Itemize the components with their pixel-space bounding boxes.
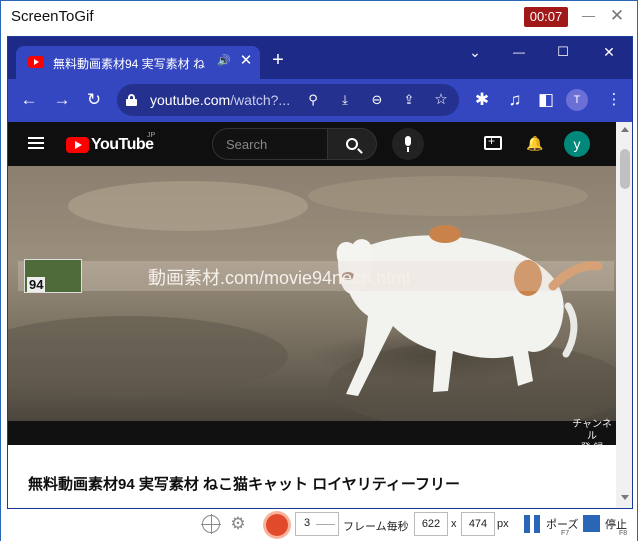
video-frame-cat: [8, 166, 616, 445]
youtube-play-icon: [66, 137, 89, 153]
watermark-url-text: 動画素材.com/movie94neco.html: [148, 268, 411, 288]
stop-shortcut: F8: [619, 530, 628, 537]
close-icon[interactable]: ✕: [607, 5, 627, 27]
screentogif-window: ScreenToGif 00:07 ✕ 無料動画素材94 実写素材 ね 🔊 ✕ …: [0, 0, 638, 541]
youtube-favicon-icon: [28, 56, 44, 68]
recorder-controls: ⚙ 3 フレーム毎秒 622 x 474 px ポーズ F7 停止 F8: [1, 509, 637, 541]
scroll-thumb[interactable]: [620, 149, 630, 189]
width-input[interactable]: 622: [414, 512, 448, 536]
microphone-icon: [405, 136, 411, 146]
video-info: 無料動画素材94 実写素材 ねこ猫キャット ロイヤリティーフリー: [8, 445, 616, 508]
magnifier-icon: [346, 138, 358, 150]
reload-icon[interactable]: ↻: [83, 89, 105, 111]
page-scrollbar[interactable]: [616, 122, 632, 508]
voice-search-button[interactable]: [392, 128, 424, 160]
browser-menu-icon[interactable]: ⋮: [603, 89, 625, 111]
youtube-region-label: JP: [147, 132, 156, 139]
tab-title: 無料動画素材94 実写素材 ね: [53, 57, 205, 71]
url-path: /watch?...: [230, 92, 291, 108]
browser-toolbar: ← → ↻ youtube.com/watch?... ⚲ ⤓ ⊖ ⇪ ☆ ✱ …: [8, 79, 632, 122]
pause-shortcut: F7: [561, 530, 570, 537]
browser-tabstrip: 無料動画素材94 実写素材 ね 🔊 ✕ + ⌄ — ☐ ✕: [8, 37, 632, 79]
watermark-thumbnail: 94: [24, 259, 82, 293]
zoom-icon[interactable]: ⊖: [367, 90, 387, 110]
browser-maximize-icon[interactable]: ☐: [552, 43, 574, 61]
tab-search-chevron-icon[interactable]: ⌄: [464, 43, 486, 61]
side-panel-icon[interactable]: ◧: [535, 89, 557, 111]
scroll-up-arrow-icon[interactable]: [621, 127, 629, 132]
fps-input[interactable]: 3: [295, 512, 339, 536]
notifications-bell-icon[interactable]: 🔔: [526, 134, 543, 152]
youtube-logo[interactable]: YouTube JP: [66, 132, 166, 155]
channel-mark-line1: チャンネル: [572, 419, 612, 442]
crosshair-icon[interactable]: [201, 514, 221, 534]
channel-subscribe-mark[interactable]: チャンネル 登 録: [568, 419, 616, 445]
video-player[interactable]: 94 動画素材.com/movie94neco.html チャンネル 登 録: [8, 166, 616, 445]
profile-avatar[interactable]: T: [566, 89, 588, 111]
youtube-search-input[interactable]: Search: [212, 128, 328, 160]
create-video-icon[interactable]: [484, 134, 502, 150]
forward-arrow-icon[interactable]: →: [51, 89, 73, 111]
scroll-down-arrow-icon[interactable]: [621, 495, 629, 500]
minimize-icon[interactable]: [580, 7, 598, 25]
pause-icon[interactable]: [524, 515, 542, 533]
url-host: youtube.com: [150, 92, 231, 108]
fps-label: フレーム毎秒: [343, 521, 409, 533]
speaker-icon[interactable]: 🔊: [217, 52, 235, 70]
browser-minimize-icon[interactable]: —: [508, 43, 530, 61]
lock-icon[interactable]: [126, 94, 137, 106]
youtube-account-avatar[interactable]: y: [564, 131, 590, 157]
youtube-page: YouTube JP Search 🔔 y: [8, 122, 616, 508]
search-placeholder: Search: [226, 137, 268, 152]
browser-close-icon[interactable]: ✕: [598, 43, 620, 61]
fps-slider-line: [316, 524, 335, 525]
video-title: 無料動画素材94 実写素材 ねこ猫キャット ロイヤリティーフリー: [28, 476, 460, 493]
install-app-icon[interactable]: ⤓: [335, 90, 355, 110]
url-text[interactable]: youtube.com/watch?...: [150, 92, 290, 108]
search-icon[interactable]: ⚲: [303, 90, 323, 110]
stop-icon[interactable]: [583, 515, 600, 532]
size-unit-label: px: [497, 518, 509, 530]
record-button[interactable]: [263, 511, 291, 539]
browser-tab-active[interactable]: 無料動画素材94 実写素材 ね 🔊 ✕: [16, 46, 260, 79]
youtube-logo-text: YouTube: [91, 136, 154, 153]
share-icon[interactable]: ⇪: [399, 90, 419, 110]
tab-close-icon[interactable]: ✕: [238, 52, 254, 70]
youtube-search-button[interactable]: [327, 128, 377, 160]
hamburger-menu-icon[interactable]: [28, 137, 44, 150]
recording-timer: 00:07: [524, 7, 568, 27]
bookmark-star-icon[interactable]: ☆: [431, 90, 451, 110]
extensions-puzzle-icon[interactable]: ✱: [471, 89, 493, 111]
back-arrow-icon[interactable]: ←: [18, 89, 40, 111]
gear-icon[interactable]: ⚙: [228, 514, 248, 534]
screentogif-titlebar[interactable]: ScreenToGif 00:07 ✕: [1, 1, 637, 33]
size-separator: x: [451, 518, 457, 530]
app-title: ScreenToGif: [11, 8, 94, 25]
fps-value: 3: [304, 517, 311, 529]
watermark-number: 94: [27, 277, 46, 292]
youtube-header: YouTube JP Search 🔔 y: [8, 122, 616, 166]
media-control-icon[interactable]: ♫: [504, 89, 526, 111]
height-input[interactable]: 474: [461, 512, 495, 536]
capture-region: 無料動画素材94 実写素材 ね 🔊 ✕ + ⌄ — ☐ ✕ ← → ↻ yout…: [7, 36, 633, 509]
address-bar[interactable]: youtube.com/watch?... ⚲ ⤓ ⊖ ⇪ ☆: [117, 84, 459, 116]
new-tab-button[interactable]: +: [268, 50, 288, 70]
